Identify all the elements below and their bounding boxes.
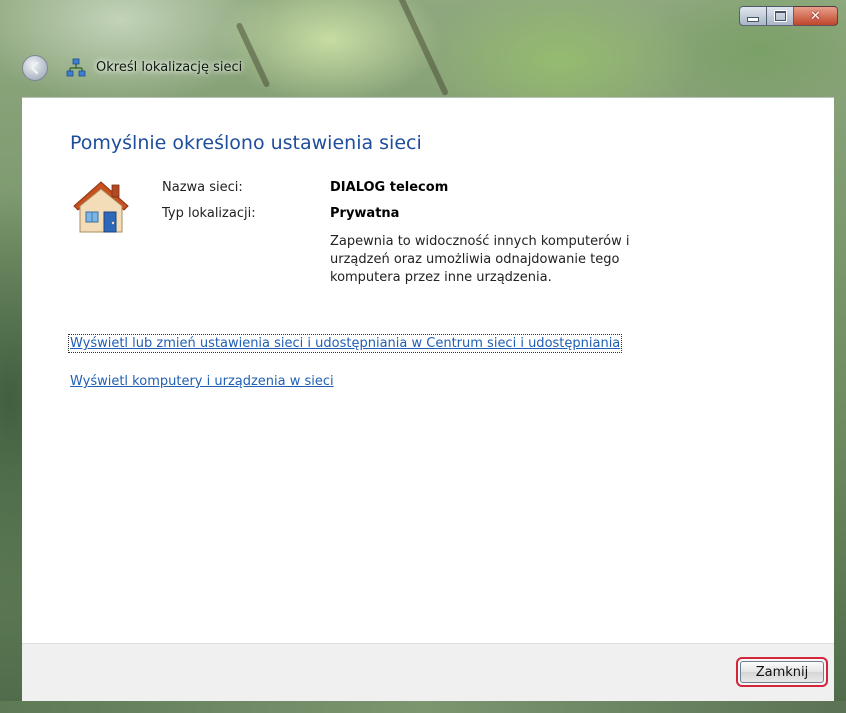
close-window-button[interactable]: ✕ (794, 6, 838, 26)
maximize-button[interactable] (767, 6, 794, 26)
page-title: Pomyślnie określono ustawienia sieci (70, 132, 422, 154)
close-button[interactable]: Zamknij (736, 657, 828, 687)
network-name-value: DIALOG telecom (330, 180, 449, 195)
close-button-label: Zamknij (740, 661, 824, 683)
network-icon (66, 58, 86, 77)
back-arrow-icon (30, 61, 39, 75)
background-decoration (397, 0, 449, 97)
close-icon: ✕ (810, 8, 821, 24)
maximize-icon (773, 10, 787, 22)
dialog-footer: Zamknij (22, 643, 834, 701)
house-icon (73, 181, 129, 233)
location-type-label: Typ lokalizacji: (162, 206, 256, 221)
back-button[interactable] (22, 55, 48, 81)
minimize-button[interactable] (739, 6, 767, 26)
background-decoration (235, 22, 271, 88)
dialog-content: Pomyślnie określono ustawienia sieci Naz… (22, 97, 834, 643)
window-bottom-border (0, 701, 846, 713)
window-controls: ✕ (739, 6, 838, 26)
location-description: Zapewnia to widoczność innych komputerów… (330, 234, 630, 285)
window-title: Określ lokalizację sieci (96, 60, 243, 75)
location-type-value: Prywatna (330, 206, 400, 221)
network-name-label: Nazwa sieci: (162, 180, 243, 195)
minimize-icon (747, 16, 759, 22)
view-network-computers-link[interactable]: Wyświetl komputery i urządzenia w sieci (70, 374, 334, 389)
network-sharing-center-link[interactable]: Wyświetl lub zmień ustawienia sieci i ud… (67, 334, 623, 353)
